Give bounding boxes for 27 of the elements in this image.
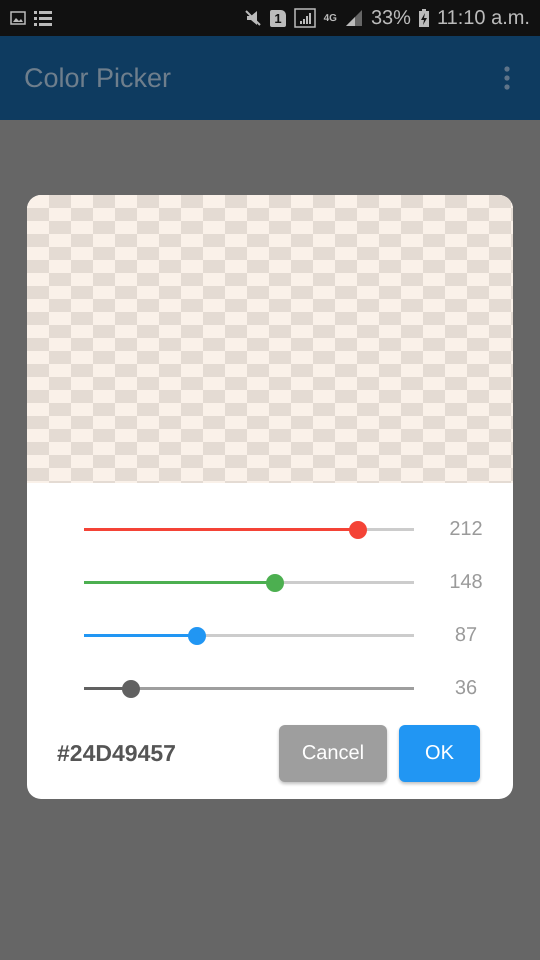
sim-card-icon: 1 bbox=[270, 10, 286, 26]
slider-track[interactable] bbox=[84, 581, 414, 584]
slider-track[interactable] bbox=[84, 528, 414, 531]
signal-icon bbox=[294, 8, 316, 28]
cancel-button[interactable]: Cancel bbox=[279, 725, 387, 782]
slider-thumb[interactable] bbox=[188, 626, 206, 644]
app-title: Color Picker bbox=[24, 62, 172, 94]
slider-value: 148 bbox=[448, 571, 484, 594]
mute-icon bbox=[244, 9, 262, 27]
hex-code: #24D49457 bbox=[57, 740, 176, 767]
battery-charging-icon bbox=[418, 9, 429, 27]
battery-percent: 33% bbox=[370, 6, 411, 30]
slider-track[interactable] bbox=[84, 687, 414, 690]
slider-thumb[interactable] bbox=[122, 680, 140, 698]
slider-value: 87 bbox=[454, 624, 478, 647]
network-type: 4G bbox=[324, 12, 337, 24]
more-options-icon[interactable] bbox=[504, 66, 510, 90]
image-icon bbox=[10, 11, 26, 25]
list-icon bbox=[34, 10, 52, 26]
slider-thumb[interactable] bbox=[349, 520, 368, 538]
slider-thumb[interactable] bbox=[266, 574, 284, 592]
slider-value: 36 bbox=[454, 677, 478, 700]
signal-icon bbox=[344, 10, 363, 26]
clock: 11:10 a.m. bbox=[436, 6, 530, 30]
ok-button[interactable]: OK bbox=[399, 725, 480, 782]
slider-value: 212 bbox=[448, 518, 484, 541]
slider-track[interactable] bbox=[84, 634, 414, 637]
